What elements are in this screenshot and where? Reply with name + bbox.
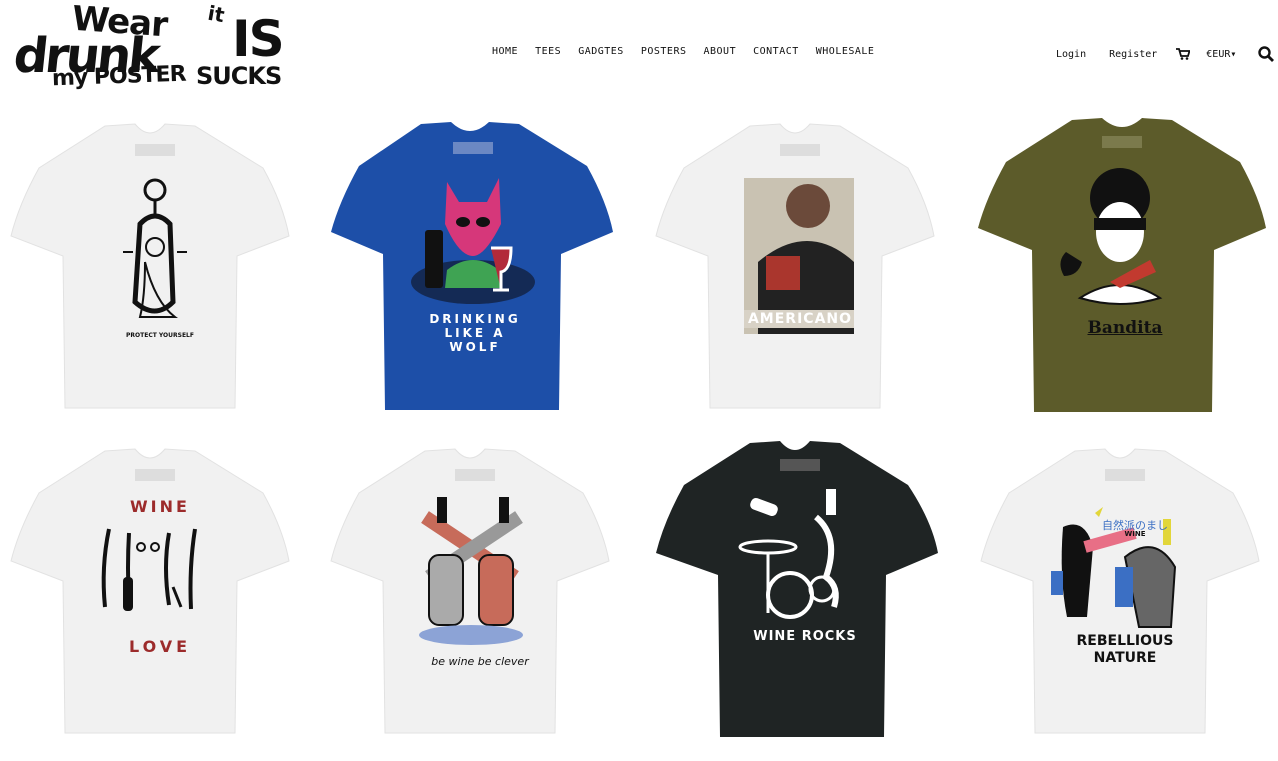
logo[interactable]: Wear it drunk IS my POSTER SUCKS [10,0,290,102]
print-text: REBELLIOUS NATURE [1076,633,1174,666]
print-text: Bandita [1087,318,1163,338]
product-card[interactable]: AMERICANO [650,112,960,422]
nav-tees[interactable]: TEES [535,46,561,57]
tshirt-image [330,448,610,734]
account-bar: Login Register €EUR▾ [1056,46,1275,62]
tshirt-image [331,122,613,410]
tshirt-image [978,118,1266,412]
product-card[interactable]: WINE ROCKS [650,437,960,747]
print-text: PROTECT YOURSELF [126,332,194,339]
tshirt-image [656,441,938,737]
print-text: WINE [130,497,190,516]
nav-home[interactable]: HOME [492,46,518,57]
tshirt-image [10,448,290,734]
nav-gadgets[interactable]: GADGTES [578,46,624,57]
logo-word-my-poster: my POSTER [51,61,186,92]
site-header: Wear it drunk IS my POSTER SUCKS HOME TE… [0,0,1278,112]
tshirt-image [10,123,290,409]
caret-down-icon: ▾ [1230,48,1237,60]
nav-wholesale[interactable]: WHOLESALE [816,46,875,57]
currency-selector[interactable]: €EUR▾ [1206,49,1236,60]
logo-word-is: IS [232,10,285,68]
currency-label: €EUR [1206,48,1231,60]
print-text: AMERICANO [747,311,853,327]
product-card[interactable]: DRINKING LIKE A WOLF [325,112,635,422]
nav-about[interactable]: ABOUT [704,46,737,57]
register-link[interactable]: Register [1109,49,1157,60]
tshirt-image [655,123,935,409]
cart-icon[interactable] [1176,48,1191,60]
product-card[interactable]: WINE LOVE [5,437,315,747]
logo-word-sucks: SUCKS [196,62,282,90]
nav-contact[interactable]: CONTACT [753,46,799,57]
tshirt-image [980,448,1260,734]
product-card[interactable]: PROTECT YOURSELF [5,112,315,422]
print-text: DRINKING LIKE A WOLF [429,312,521,354]
print-subtext: LOVE [128,637,192,656]
print-text: WINE ROCKS [753,629,857,644]
product-card[interactable]: Bandita [970,112,1278,422]
login-link[interactable]: Login [1056,49,1086,60]
main-nav: HOME TEES GADGTES POSTERS ABOUT CONTACT … [492,46,874,57]
logo-word-it: it [206,0,227,28]
product-card[interactable]: 自然派のまし WINE REBELLIOUS NATURE [975,437,1278,747]
search-icon[interactable] [1258,46,1275,62]
print-wine: WINE [1124,530,1146,538]
product-card[interactable]: be wine be clever [325,437,635,747]
nav-posters[interactable]: POSTERS [641,46,687,57]
print-text: be wine be clever [431,655,529,668]
